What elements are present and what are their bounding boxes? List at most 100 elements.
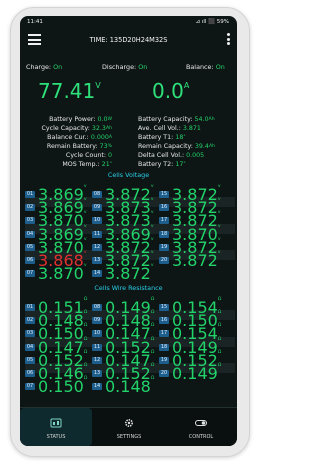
info-value: 0.000 (90, 134, 109, 141)
info-label: Battery Power: (49, 116, 96, 123)
more-options-icon[interactable] (227, 33, 231, 47)
cell-item: 19 0.152Ω (159, 350, 221, 370)
cell-item: 14 0.148Ω (92, 376, 154, 396)
info-value: 39.4 (194, 143, 209, 150)
cell-unit-mark: Ω (150, 363, 155, 368)
discharge-status[interactable]: Discharge: On (102, 63, 147, 71)
app-screen: 11:41 ⊿ ıll ⬛ 59% TIME: 135D20H24M32S Ch… (20, 16, 237, 446)
cell-unit-mark: v (83, 236, 87, 242)
right-info-row: Delta Cell Vol.: 0.005 (138, 151, 215, 160)
cell-item: 04 0.147Ω (25, 337, 87, 357)
cell-item: 18 0.149Ω (159, 337, 221, 357)
cell-unit-mark: v (150, 210, 154, 216)
cell-item: 10 3.873v (92, 210, 153, 230)
info-unit: Ah (208, 144, 215, 149)
cell-unit-mark: v (217, 184, 221, 189)
total-voltage-unit: V (95, 81, 101, 90)
cell-item: 01 0.151Ω (25, 297, 87, 317)
cell-value: 3.872 (105, 264, 151, 284)
charge-value: On (53, 63, 63, 71)
cell-item: 05 0.152Ω (25, 350, 87, 370)
cell-item: 05 3.870v (25, 237, 86, 257)
cell-index-badge: 07 (25, 270, 35, 278)
info-value: 21 (101, 161, 110, 168)
total-voltage-value: 77.41 (38, 79, 96, 103)
cell-value: 3.870 (38, 264, 84, 284)
cell-unit-mark: v (150, 236, 154, 242)
info-label: Battery T2: (138, 161, 174, 168)
balance-value: On (215, 63, 225, 71)
cell-unit-mark: v (150, 184, 154, 189)
tab-status[interactable]: STATUS (20, 408, 92, 446)
cell-value: 0.149 (172, 364, 218, 383)
cell-unit-mark: v (217, 236, 221, 242)
cells-voltage-title: Cells Voltage (107, 171, 150, 179)
info-label: Balance Cur.: (47, 134, 89, 141)
cell-unit-mark: Ω (150, 323, 155, 329)
info-label: Remain Capacity: (138, 143, 193, 150)
info-value: 0.0 (97, 116, 108, 123)
cell-item: 14 3.872v (92, 263, 153, 283)
cell-item: 13 0.152Ω (92, 363, 154, 383)
cell-unit-mark: Ω (217, 323, 222, 329)
status-indicators: ⊿ ıll ⬛ 59% (195, 19, 229, 25)
cell-item: 16 3.872v (159, 197, 220, 217)
left-info-row: Cycle Count: 0 (41, 151, 112, 160)
cell-value: 3.872 (172, 251, 218, 270)
cell-unit-mark: Ω (83, 323, 88, 329)
left-info-list: Battery Power: 0.0W Cycle Capacity: 32.3A… (41, 115, 112, 169)
cell-item: 11 3.869v (92, 224, 153, 244)
info-unit: ° (183, 135, 186, 140)
cell-item: 07 3.870v (25, 263, 86, 283)
status-bar: 11:41 ⊿ ıll ⬛ 59% (20, 16, 237, 30)
cell-item: 06 3.868v (25, 250, 86, 270)
cell-item: 11 0.152Ω (92, 337, 154, 357)
tab-control[interactable]: CONTROL (165, 408, 237, 446)
cell-unit-mark: Ω (217, 363, 222, 368)
left-info-row: MOS Temp.: 21° (41, 160, 112, 169)
total-current-unit: A (183, 81, 190, 90)
toggle-icon (195, 417, 207, 429)
cells-resistance-title: Cells Wire Resistance (94, 284, 163, 292)
gear-icon (123, 417, 135, 429)
balance-status[interactable]: Balance: On (186, 63, 225, 71)
info-unit: % (107, 144, 112, 149)
cell-unit-mark: Ω (150, 376, 155, 382)
cell-unit-mark: Ω (83, 336, 88, 342)
cell-unit-mark: v (217, 223, 221, 229)
tab-label: STATUS (46, 434, 66, 440)
cell-unit-mark: Ω (217, 297, 222, 302)
right-info-list: Battery Capacity: 54.0Ah Ave. Cell Vol.: … (138, 115, 215, 169)
cell-item: 07 0.150Ω (25, 376, 87, 396)
cell-item: 03 0.150Ω (25, 323, 87, 343)
cells-voltage-grid: 01 3.869v 02 3.869v 03 3.870v 04 3.869v 05 3.870v… (25, 184, 235, 283)
info-unit: ° (183, 162, 186, 167)
info-unit: Ah (105, 126, 112, 131)
cell-item: 12 3.872v (92, 237, 153, 257)
cells-resistance-grid: 01 0.151Ω 02 0.148Ω 03 0.150Ω 04 0.147Ω 05 0.152Ω… (25, 297, 235, 396)
info-label: Remain Battery: (46, 143, 98, 150)
cell-item: 08 3.872v (92, 184, 153, 204)
cell-unit-mark: v (83, 223, 87, 229)
cell-value: 0.148 (105, 377, 151, 397)
cell-index-badge: 14 (92, 270, 102, 278)
total-current: 0.0A (152, 79, 189, 103)
info-label: MOS Temp.: (62, 161, 100, 168)
cell-unit-mark: v (83, 210, 87, 216)
charge-status[interactable]: Charge: On (26, 63, 62, 71)
cell-index-badge: 20 (159, 257, 169, 264)
info-value: 3.871 (182, 125, 201, 132)
left-info-row: Cycle Capacity: 32.3Ah (41, 124, 112, 133)
right-info-row: Ave. Cell Vol.: 3.871 (138, 124, 215, 133)
info-value: 32.3 (91, 125, 106, 132)
cell-item: 06 0.146Ω (25, 363, 87, 383)
info-label: Ave. Cell Vol.: (138, 125, 181, 132)
info-unit: A (108, 135, 112, 140)
cell-item: 09 0.148Ω (92, 310, 154, 330)
cell-item: 18 3.870v (159, 224, 220, 244)
info-label: Delta Cell Vol.: (138, 152, 185, 159)
cell-unit-mark: v (83, 197, 87, 203)
cell-unit-mark: v (150, 250, 154, 255)
tab-settings[interactable]: SETTINGS (93, 408, 165, 446)
cell-unit-mark: v (150, 263, 154, 269)
